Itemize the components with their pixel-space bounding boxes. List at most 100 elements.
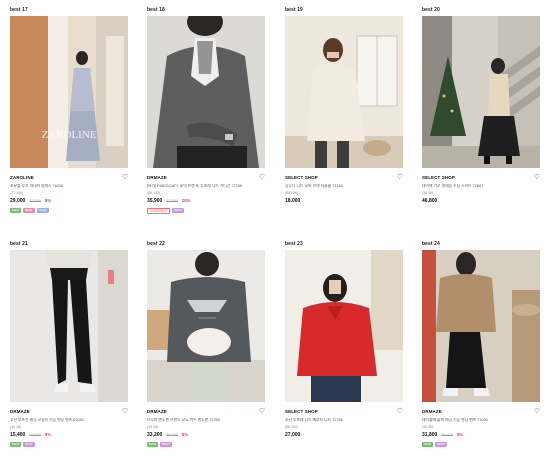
review-count: (35 38) [422,425,434,429]
product-image[interactable] [10,250,128,402]
badge-list: NEW BEST [10,442,128,447]
product-image[interactable]: ~~~~~~ [147,250,265,402]
product-photo [285,16,403,168]
brand-name[interactable]: DRMAZE [10,409,30,414]
price: 35,900 [147,198,163,204]
brand-name[interactable]: DRMAZE [147,409,167,414]
review-count: (77 159) [10,191,24,195]
badge-best: BEST [435,442,447,447]
badge-best: BEST [23,208,35,213]
product-photo [10,250,128,402]
brand-name[interactable]: SELECT SHOP [285,175,318,180]
heart-icon[interactable]: ♡ [259,174,265,181]
product-name[interactable]: 루전 투포레 니트 배부터 니트 72786 [285,418,403,423]
badge-sale: SALE [36,208,49,213]
badge-list: NEW BEST [422,442,540,447]
original-price: 35,000 [29,199,41,203]
discount-rate: 20% [181,198,191,203]
original-price: 19,000 [29,433,41,437]
discount-rate: 8% [456,432,463,437]
review-count: (30 35) [147,425,159,429]
product-card[interactable]: best 18 DRMAZE ♡ [특가] FINECOATY 네넥 브랜 룩 … [147,6,265,214]
price: 31,800 [422,432,438,438]
product-photo [422,250,540,402]
badge-list: NEW BEST SALE [10,208,128,213]
product-card[interactable]: best 24 DRMAZE ♡ 데이블레 슬랙 레깅 기능 밴딩 팬츠 730… [422,240,540,447]
price: 33,200 [147,432,163,438]
price: 29,000 [10,198,26,204]
price: 27,000 [285,432,301,438]
heart-icon[interactable]: ♡ [259,408,265,415]
price: 18,000 [285,198,301,204]
product-name[interactable]: 감후다 니트 오버 브랜 터클롭 73146 [285,184,403,189]
product-photo [422,16,540,168]
product-card[interactable]: best 17 ZAROLINE ZAROLINE ♡ 꼬뮤블 루즈 마네카 원… [10,6,128,213]
product-image[interactable]: ZAROLINE [10,16,128,168]
heart-icon[interactable]: ♡ [122,174,128,181]
rank-label: best 21 [10,241,28,247]
product-photo [147,16,265,168]
heart-icon[interactable]: ♡ [397,174,403,181]
rank-label: best 20 [422,7,440,13]
badge-list: NEW BEST [147,442,265,447]
review-count: (35 39) [422,191,434,195]
product-card[interactable]: best 22 ~~~~~~ DRMAZE ♡ 브루피 맨투맨 브랜드 모노 여… [147,240,265,447]
product-card[interactable]: best 20 SELECT SHOP ♡ 데이에 가로 멀레움 주닝 스커트 … [422,6,540,205]
badge-flashsale: FLASHSALE [147,208,171,214]
rank-label: best 22 [147,241,165,247]
heart-icon[interactable]: ♡ [397,408,403,415]
heart-icon[interactable]: ♡ [122,408,128,415]
heart-icon[interactable]: ♡ [534,408,540,415]
original-price: 42,000 [166,199,178,203]
review-count: (88 128) [285,191,299,195]
badge-new: NEW [10,442,21,447]
product-image[interactable] [422,16,540,168]
heart-icon[interactable]: ♡ [534,174,540,181]
product-photo [285,250,403,402]
product-name[interactable]: 브루피 맨투맨 브랜드 모노 여우 맨투맨 72765 [147,418,265,423]
badge-list: FLASHSALE BEST [147,208,265,214]
product-photo: ZAROLINE [10,16,128,168]
product-name[interactable]: 데이에 가로 멀레움 주닝 스커트 72687 [422,184,540,189]
product-card[interactable]: best 23 SELECT SHOP ♡ 루전 투포레 니트 배부터 니트 7… [285,240,403,439]
product-card[interactable]: best 19 SELECT SHOP ♡ 감후다 니트 오버 브랜 터클롭 7… [285,6,403,205]
badge-best: BEST [23,442,35,447]
brand-name[interactable]: SELECT SHOP [285,409,318,414]
product-name[interactable]: 꼬뮤블 루즈 마네카 원피스 78226 [10,184,128,189]
product-image[interactable] [285,16,403,168]
original-price: 35,000 [441,433,453,437]
product-name[interactable]: 데이블레 슬랙 레깅 기능 밴딩 팬츠 73036 [422,418,540,423]
badge-new: NEW [422,442,433,447]
review-count: (88 133) [147,191,161,195]
product-photo: ~~~~~~ [147,250,265,402]
discount-rate: 8% [44,198,51,203]
product-name[interactable]: [특가] FINECOATY 네넥 브랜 룩 투포레 니트 가디건 72786 [147,184,265,189]
brand-name[interactable]: DRMAZE [147,175,167,180]
review-count: (30 38) [10,425,22,429]
price: 46,800 [422,198,438,204]
product-image[interactable] [147,16,265,168]
badge-new: NEW [147,442,158,447]
discount-rate: 8% [181,432,188,437]
product-image[interactable] [422,250,540,402]
brand-name[interactable]: SELECT SHOP [422,175,455,180]
original-price: 38,000 [166,433,178,437]
product-image[interactable] [285,250,403,402]
brand-watermark: ZAROLINE [42,129,97,141]
badge-best: BEST [172,208,185,213]
badge-best: BEST [160,442,172,447]
brand-name[interactable]: ZAROLINE [10,175,34,180]
rank-label: best 17 [10,7,28,13]
rank-label: best 23 [285,241,303,247]
svg-text:~~~~~~: ~~~~~~ [198,316,216,322]
product-name[interactable]: 루전 부츠컷 레깅 모델리 기능 밴딩 팬츠 62082 [10,418,128,423]
badge-new: NEW [10,208,21,213]
rank-label: best 18 [147,7,165,13]
product-grid: best 17 ZAROLINE ZAROLINE ♡ 꼬뮤블 루즈 마네카 원… [0,0,549,457]
rank-label: best 24 [422,241,440,247]
brand-name[interactable]: DRMAZE [422,409,442,414]
rank-label: best 19 [285,7,303,13]
product-card[interactable]: best 21 DRMAZE ♡ 루전 부츠컷 레깅 모델리 기능 밴딩 팬츠 … [10,240,128,447]
review-count: (88 120) [285,425,299,429]
price: 15,400 [10,432,26,438]
